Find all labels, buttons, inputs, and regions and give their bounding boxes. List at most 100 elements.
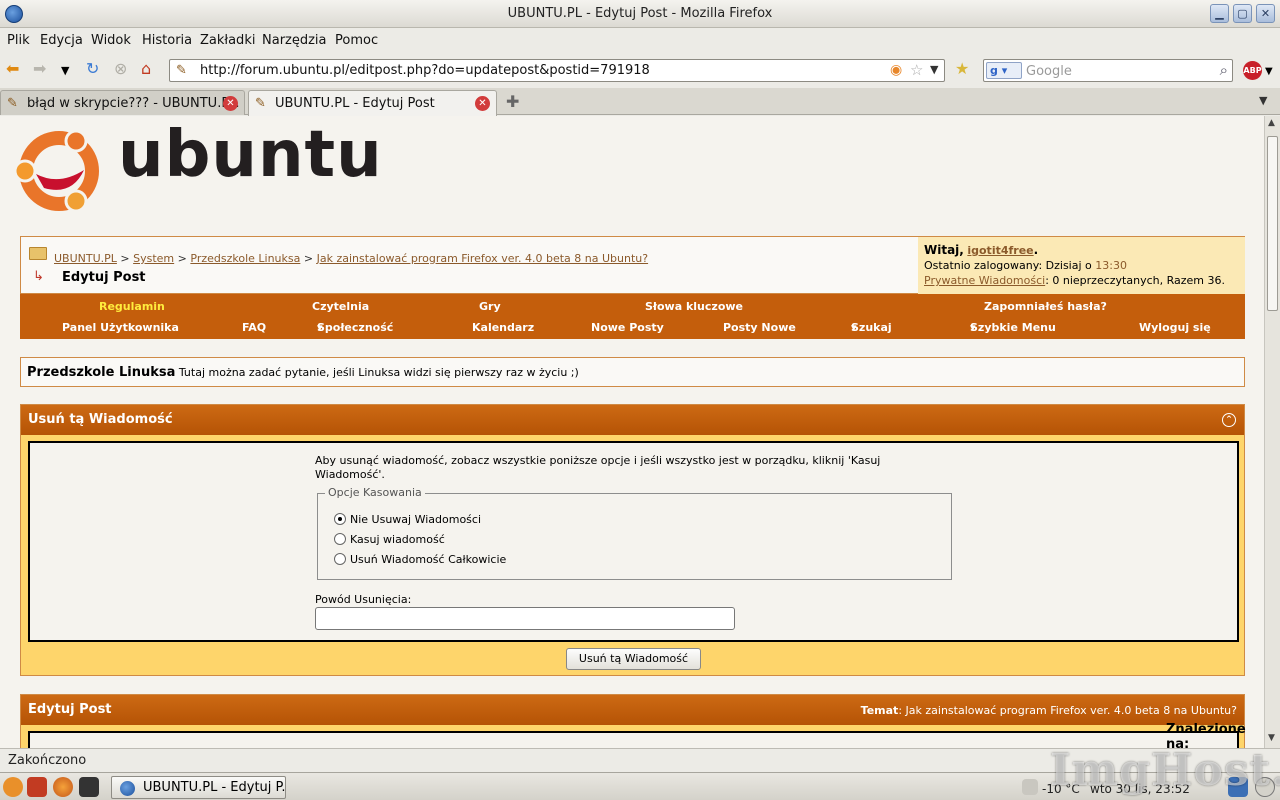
nav-slowa-kluczowe[interactable]: Słowa kluczowe: [645, 300, 743, 313]
vertical-scrollbar[interactable]: ▲ ▼: [1264, 116, 1280, 748]
option-usun-calkowicie[interactable]: Usuń Wiadomość Całkowicie: [334, 553, 506, 566]
tab-edytuj-post[interactable]: ✎ UBUNTU.PL - Edytuj Post ✕: [248, 90, 497, 116]
breadcrumb-home[interactable]: UBUNTU.PL: [54, 252, 117, 265]
ubuntu-logo-icon[interactable]: [14, 126, 104, 216]
address-bar[interactable]: ✎ http://forum.ubuntu.pl/editpost.php?do…: [169, 59, 945, 82]
adblock-dropdown-icon[interactable]: ▼: [1265, 63, 1273, 81]
delete-submit-button[interactable]: Usuń tą Wiadomość: [566, 648, 701, 670]
reply-arrow-icon: ↳: [33, 269, 44, 284]
forum-name: Przedszkole Linuksa: [27, 365, 176, 380]
tab-favicon-icon: ✎: [7, 96, 18, 111]
window-titlebar[interactable]: UBUNTU.PL - Edytuj Post - Mozilla Firefo…: [0, 0, 1280, 28]
search-input[interactable]: Google: [1026, 64, 1072, 79]
nav-posty-nowe[interactable]: Posty Nowe: [723, 321, 796, 334]
option-kasuj[interactable]: Kasuj wiadomość: [334, 533, 445, 546]
history-dropdown-icon[interactable]: ▼: [61, 62, 69, 80]
forward-icon[interactable]: ➡: [33, 60, 46, 78]
close-tab-icon[interactable]: ✕: [475, 96, 490, 111]
watermark: ImgHost.pl: [1050, 745, 1280, 796]
stop-icon[interactable]: ⊗: [114, 60, 127, 78]
menu-widok[interactable]: Widok: [91, 33, 131, 48]
home-icon[interactable]: ⌂: [141, 60, 151, 78]
url-dropdown-icon[interactable]: ▼: [930, 63, 938, 76]
delete-instructions: Aby usunąć wiadomość, zobacz wszystkie p…: [315, 454, 881, 481]
menu-edycja[interactable]: Edycja: [40, 33, 83, 48]
tab-favicon-icon: ✎: [255, 96, 266, 111]
reason-input[interactable]: [315, 607, 735, 630]
edit-panel-title: Edytuj Post: [28, 702, 112, 717]
minimize-button[interactable]: ▁: [1210, 4, 1229, 23]
page-viewport: ubuntu UBUNTU.PL > System > Przedszkole …: [0, 116, 1264, 748]
nav-kalendarz[interactable]: Kalendarz: [472, 321, 534, 334]
nav-zapomniales-hasla[interactable]: Zapomniałeś hasła?: [984, 300, 1107, 313]
tab-blad-w-skrypcie[interactable]: ✎ błąd w skrypcie??? - UBUNTU.P... ✕: [0, 90, 245, 115]
reason-label: Powód Usunięcia:: [315, 593, 412, 606]
dropdown-arrow-icon: ▾: [970, 321, 976, 334]
breadcrumb-system[interactable]: System: [133, 252, 174, 265]
nav-czytelnia[interactable]: Czytelnia: [312, 300, 369, 313]
delete-panel-header: Usuń tą Wiadomość ⌃: [21, 405, 1244, 435]
menu-zakladki[interactable]: Zakładki: [200, 33, 255, 48]
nav-nowe-posty[interactable]: Nowe Posty: [591, 321, 664, 334]
nav-wyloguj[interactable]: Wyloguj się: [1139, 321, 1211, 334]
terminal-icon[interactable]: [79, 777, 99, 797]
maximize-button[interactable]: ▢: [1233, 4, 1252, 23]
breadcrumb-forum[interactable]: Przedszkole Linuksa: [190, 252, 300, 265]
radio-nie-usuwaj[interactable]: [334, 513, 346, 525]
weather-icon[interactable]: [1022, 779, 1038, 795]
username-link[interactable]: igotit4free: [967, 244, 1033, 257]
task-label: UBUNTU.PL - Edytuj P...: [143, 780, 286, 795]
menu-plik[interactable]: Plik: [7, 33, 30, 48]
search-engine-icon[interactable]: g ▾: [986, 62, 1022, 79]
delete-options-legend: Opcje Kasowania: [325, 486, 425, 499]
page-title: Edytuj Post: [62, 270, 146, 285]
firefox-launcher-icon[interactable]: [53, 777, 73, 797]
new-tab-icon[interactable]: ✚: [506, 92, 519, 111]
radio-kasuj[interactable]: [334, 533, 346, 545]
collapse-icon[interactable]: ⌃: [1222, 413, 1236, 427]
launcher-icon[interactable]: [27, 777, 47, 797]
edit-post-panel: Edytuj Post Temat: Jak zainstalować prog…: [20, 694, 1245, 748]
scroll-down-icon[interactable]: ▼: [1268, 733, 1275, 743]
scroll-up-icon[interactable]: ▲: [1268, 118, 1275, 128]
menu-historia[interactable]: Historia: [142, 33, 192, 48]
delete-panel-body: Aby usunąć wiadomość, zobacz wszystkie p…: [28, 441, 1239, 642]
nav-panel-uzytkownika[interactable]: Panel Użytkownika: [62, 321, 179, 334]
window-title: UBUNTU.PL - Edytuj Post - Mozilla Firefo…: [507, 6, 773, 21]
taskbar-firefox-task[interactable]: UBUNTU.PL - Edytuj P...: [111, 776, 286, 799]
welcome-greeting: Witaj,: [924, 243, 964, 257]
radio-usun-calkowicie[interactable]: [334, 553, 346, 565]
search-icon[interactable]: ⌕: [1220, 61, 1228, 79]
globe-icon: [120, 781, 135, 796]
nav-regulamin[interactable]: Regulamin: [99, 300, 165, 313]
nav-faq[interactable]: FAQ: [242, 321, 266, 334]
dropdown-arrow-icon: ▾: [317, 321, 323, 334]
reload-icon[interactable]: ↻: [86, 60, 99, 78]
delete-post-panel: Usuń tą Wiadomość ⌃ Aby usunąć wiadomość…: [20, 404, 1245, 676]
menu-narzedzia[interactable]: Narzędzia: [262, 33, 327, 48]
bookmark-star-icon[interactable]: ☆: [910, 61, 923, 79]
close-tab-icon[interactable]: ✕: [223, 96, 238, 111]
adblock-icon[interactable]: ABP: [1243, 61, 1262, 80]
back-icon[interactable]: ⬅: [6, 60, 19, 78]
tab-label: UBUNTU.PL - Edytuj Post: [275, 96, 435, 111]
menubar: Plik Edycja Widok Historia Zakładki Narz…: [0, 29, 1280, 52]
last-login-time: 13:30: [1095, 259, 1127, 272]
breadcrumb-thread[interactable]: Jak zainstalować program Firefox ver. 4.…: [317, 252, 648, 265]
option-nie-usuwaj[interactable]: Nie Usuwaj Wiadomości: [334, 513, 481, 526]
scrollbar-thumb[interactable]: [1267, 136, 1278, 311]
menu-pomoc[interactable]: Pomoc: [335, 33, 378, 48]
logo-text[interactable]: ubuntu: [118, 118, 383, 192]
topic-info: Temat: Jak zainstalować program Firefox …: [860, 704, 1237, 717]
tab-list-icon[interactable]: ▼: [1259, 94, 1267, 107]
close-window-button[interactable]: ✕: [1256, 4, 1275, 23]
forum-info: Przedszkole Linuksa Tutaj można zadać py…: [20, 357, 1245, 387]
rss-icon[interactable]: ◉: [890, 62, 902, 78]
private-messages-link[interactable]: Prywatne Wiadomości: [924, 274, 1045, 287]
breadcrumb: UBUNTU.PL > System > Przedszkole Linuksa…: [54, 252, 649, 265]
menu-icon[interactable]: [3, 777, 23, 797]
search-box[interactable]: g ▾ Google ⌕: [983, 59, 1233, 82]
nav-gry[interactable]: Gry: [479, 300, 501, 313]
bookmarks-icon[interactable]: ★: [955, 60, 969, 78]
url-text[interactable]: http://forum.ubuntu.pl/editpost.php?do=u…: [200, 63, 650, 78]
